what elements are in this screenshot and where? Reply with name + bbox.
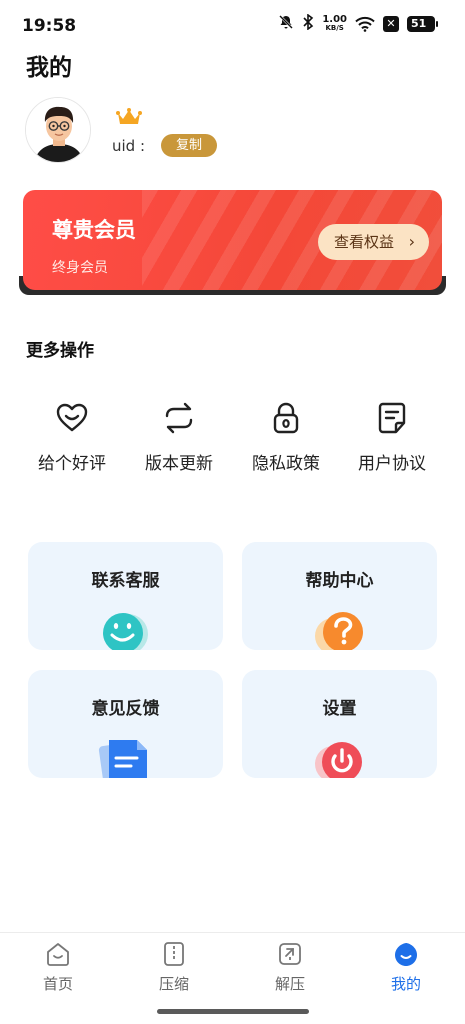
copy-uid-button[interactable]: 复制 [161,134,217,157]
net-speed-value: 1.00 [322,14,347,25]
op-label: 用户协议 [358,454,426,474]
nav-label: 压缩 [158,975,189,993]
compress-icon [161,941,187,967]
card-feedback[interactable]: 意见反馈 [28,670,223,778]
bluetooth-icon [302,13,314,34]
op-label: 隐私政策 [252,454,320,474]
chevron-right-icon: › [408,232,415,251]
net-speed-unit: KB/S [325,24,344,32]
question-icon [309,608,369,650]
avatar[interactable] [25,97,91,163]
view-benefits-button[interactable]: 查看权益 › [318,224,429,260]
nav-compress[interactable]: 压缩 [116,941,232,1001]
op-privacy[interactable]: 隐私政策 [231,395,341,485]
nav-label: 我的 [390,975,421,993]
heart-smile-icon [55,401,89,435]
more-ops-row: 给个好评 版本更新 隐私政策 用户协议 [0,395,465,485]
card-title: 帮助中心 [305,571,374,591]
vip-card-body: 尊贵会员 终身会员 查看权益 › [23,190,442,290]
op-label: 给个好评 [38,454,106,474]
op-update[interactable]: 版本更新 [124,395,234,485]
more-ops-title: 更多操作 [26,341,94,361]
smiley-bubble-icon [95,608,155,650]
vip-title: 尊贵会员 [52,218,136,242]
lock-icon [269,401,303,435]
view-benefits-label: 查看权益 [334,233,395,251]
feedback-doc-icon [95,736,155,778]
refresh-icon [162,401,196,435]
card-contact-service[interactable]: 联系客服 [28,542,223,650]
op-agreement[interactable]: 用户协议 [337,395,447,485]
power-icon [309,736,369,778]
card-title: 设置 [322,699,357,719]
status-bar: 19:58 1.00 KB/S ✕ 51 [0,0,465,50]
op-label: 版本更新 [145,454,213,474]
card-title: 联系客服 [91,571,160,591]
profile-drop-icon [393,941,419,967]
bell-muted-icon [278,14,294,34]
page-title: 我的 [26,55,72,81]
home-icon [45,941,71,967]
document-icon [375,401,409,435]
status-icons: 1.00 KB/S ✕ 51 [278,13,438,34]
crown-icon [116,107,142,127]
vip-card[interactable]: 尊贵会员 终身会员 查看权益 › [19,190,446,295]
nav-profile[interactable]: 我的 [348,941,464,1001]
op-rate[interactable]: 给个好评 [17,395,127,485]
vip-subtitle: 终身会员 [52,260,108,276]
battery-indicator: 51 [407,16,438,32]
nav-label: 解压 [274,975,305,993]
card-title: 意见反馈 [91,699,160,719]
nav-extract[interactable]: 解压 [232,941,348,1001]
card-settings[interactable]: 设置 [242,670,437,778]
home-indicator[interactable] [157,1009,309,1014]
nav-label: 首页 [42,975,73,993]
uid-label: uid : [112,137,146,155]
net-speed: 1.00 KB/S [322,15,347,33]
extract-icon [277,941,303,967]
status-time: 19:58 [22,16,77,36]
card-help-center[interactable]: 帮助中心 [242,542,437,650]
no-sim-icon: ✕ [383,16,399,32]
wifi-icon [355,16,375,32]
nav-home[interactable]: 首页 [0,941,116,1001]
